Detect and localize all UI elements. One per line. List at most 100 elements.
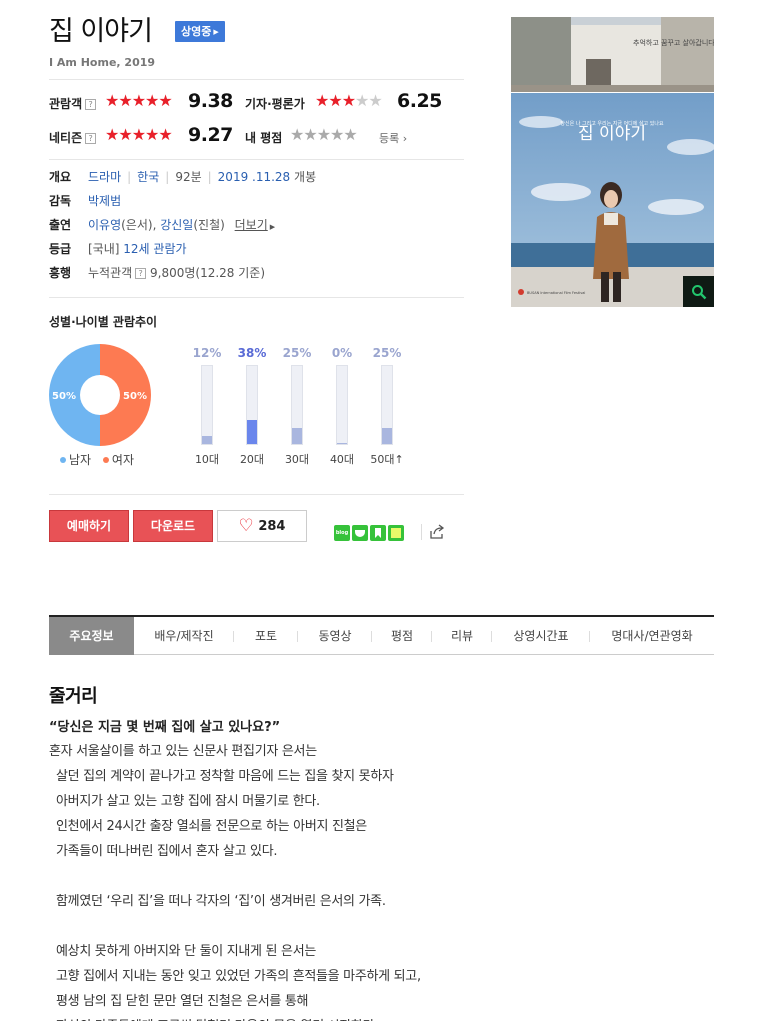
cast-more-link[interactable]: 더보기	[235, 218, 268, 232]
tab-2[interactable]: 포토	[234, 617, 298, 655]
my-rating-label: 내 평점	[245, 129, 282, 146]
role: (진철)	[193, 218, 225, 232]
like-button[interactable]: ♡ 284	[217, 510, 307, 542]
age-label: 50대↑	[370, 453, 404, 466]
tab-label: 주요정보	[69, 629, 114, 643]
tab-7[interactable]: 명대사/연관영화	[590, 617, 714, 655]
plot-line: 평생 남의 집 닫힌 문만 열던 진철은 은서를 통해	[56, 994, 309, 1009]
divider	[421, 524, 422, 540]
help-icon[interactable]: ?	[85, 99, 97, 110]
help-icon[interactable]: ?	[135, 268, 147, 279]
netizen-score: 9.27	[188, 124, 233, 146]
chevron-right-icon: ▶	[213, 28, 219, 36]
tab-0[interactable]: 주요정보	[49, 617, 134, 655]
runtime: 92분	[175, 170, 202, 184]
age-label: 40대	[329, 453, 355, 466]
sns-share-bar: blog	[334, 525, 404, 541]
release-suffix: 개봉	[294, 170, 317, 184]
divider	[49, 159, 464, 160]
critics-score: 6.25	[397, 90, 442, 112]
grade-prefix: [국내]	[88, 242, 120, 256]
netizen-rating-label: 네티즌?	[49, 129, 97, 146]
release-date-link[interactable]: 2019 .11.28	[218, 170, 291, 184]
movie-poster[interactable]: 추억하고 꿈꾸고 살아갑니다 당신은 나 그리고 우리는 지금 어디에 살고 있…	[511, 17, 714, 307]
tab-4[interactable]: 평점	[372, 617, 432, 655]
age-pct-label: 38%	[237, 346, 267, 360]
age-bar-track	[246, 365, 258, 445]
tab-1[interactable]: 배우/제작진	[134, 617, 234, 655]
age-bar	[247, 419, 257, 444]
tab-6[interactable]: 상영시간표	[492, 617, 590, 655]
my-rating-stars[interactable]: ★★★★★	[290, 127, 358, 143]
age-bar	[202, 436, 212, 444]
age-bar-track	[291, 365, 303, 445]
boxoffice-value: 9,800명(12.28 기준)	[150, 266, 266, 280]
director-label: 감독	[49, 194, 72, 208]
download-button[interactable]: 다운로드	[133, 510, 213, 542]
share-icon[interactable]	[429, 524, 445, 540]
blog-icon[interactable]: blog	[334, 525, 350, 541]
age-bar-track	[201, 365, 213, 445]
movie-subtitle: I Am Home, 2019	[49, 56, 156, 69]
gender-legend: 남자 여자	[60, 451, 134, 468]
audience-rating-label: 관람객?	[49, 95, 97, 112]
netizen-stars: ★★★★★	[105, 125, 173, 144]
grade-label: 등급	[49, 242, 72, 256]
age-pct-label: 25%	[282, 346, 312, 360]
country-link[interactable]: 한국	[137, 170, 159, 184]
tab-label: 배우/제작진	[154, 629, 214, 643]
plot-line: 인천에서 24시간 출장 열쇠를 전문으로 하는 아버지 진철은	[56, 819, 367, 834]
grade-row: [국내] 12세 관람가	[88, 240, 187, 257]
poster-title: 집 이야기	[578, 124, 646, 144]
bookmark-icon[interactable]	[370, 525, 386, 541]
boxoffice-row: 누적관객? 9,800명(12.28 기준)	[88, 264, 265, 281]
cafe-icon[interactable]	[352, 525, 368, 541]
female-pct-label: 50%	[123, 391, 147, 402]
role: (은서)	[121, 218, 153, 232]
critics-stars: ★★★★★	[315, 91, 383, 110]
age-pct-label: 0%	[331, 346, 353, 360]
plot-line: 살던 집의 계약이 끝나가고 정착할 마음에 드는 집을 찾지 못하자	[56, 769, 394, 784]
divider	[49, 79, 464, 80]
plot-line: 자신의 가족들에게 조금씩 닫혔던 마음의 문을 열기 시작한다.	[56, 1015, 378, 1021]
age-bar	[292, 428, 302, 444]
plot-title: 줄거리	[49, 686, 98, 707]
tab-3[interactable]: 동영상	[298, 617, 372, 655]
plot-line: 함께였던 ‘우리 집’을 떠나 각자의 ‘집’이 생겨버린 은서의 가족.	[56, 894, 386, 909]
zoom-button[interactable]	[683, 276, 714, 307]
badge-label: 상영중	[181, 25, 212, 38]
tab-label: 리뷰	[450, 629, 474, 643]
plot-quote: “당신은 지금 몇 번째 집에 살고 있나요?”	[49, 720, 281, 735]
tab-label: 포토	[254, 629, 278, 643]
search-icon	[691, 285, 706, 300]
poster-image: 추억하고 꿈꾸고 살아갑니다 당신은 나 그리고 우리는 지금 어디에 살고 있…	[511, 17, 714, 307]
plot-line: 고향 집에서 지내는 동안 잊고 있었던 가족의 흔적들을 마주하게 되고,	[56, 969, 421, 984]
like-count: 284	[258, 519, 286, 534]
genre-link[interactable]: 드라마	[88, 170, 121, 184]
chevron-right-icon: ▶	[269, 223, 276, 231]
actor-link[interactable]: 강신일	[160, 218, 193, 232]
boxoffice-label: 흥행	[49, 266, 72, 280]
donut-hole	[80, 375, 120, 415]
age-pct-label: 12%	[192, 346, 222, 360]
age-label: 30대	[284, 453, 310, 466]
age-label: 20대	[239, 453, 265, 466]
demographics-title: 성별·나이별 관람추이	[49, 315, 158, 329]
register-rating-link[interactable]: 등록 ›	[379, 130, 407, 146]
memo-icon[interactable]	[388, 525, 404, 541]
director-link[interactable]: 박제범	[88, 194, 121, 208]
age-bar-track	[336, 365, 348, 445]
help-icon[interactable]: ?	[85, 133, 97, 144]
critics-label: 기자·평론가	[245, 97, 305, 111]
tab-5[interactable]: 리뷰	[432, 617, 492, 655]
audience-stars: ★★★★★	[105, 91, 173, 110]
director-row: 박제범	[88, 192, 121, 209]
register-label: 등록	[379, 132, 400, 145]
gender-donut-chart: 50% 50%	[49, 344, 151, 446]
now-showing-badge[interactable]: 상영중 ▶	[175, 21, 225, 42]
grade-link[interactable]: 12세 관람가	[123, 242, 186, 256]
female-legend-label: 여자	[111, 453, 135, 467]
reserve-button[interactable]: 예매하기	[49, 510, 129, 542]
actor-link[interactable]: 이유영	[88, 218, 121, 232]
male-dot	[60, 457, 66, 463]
